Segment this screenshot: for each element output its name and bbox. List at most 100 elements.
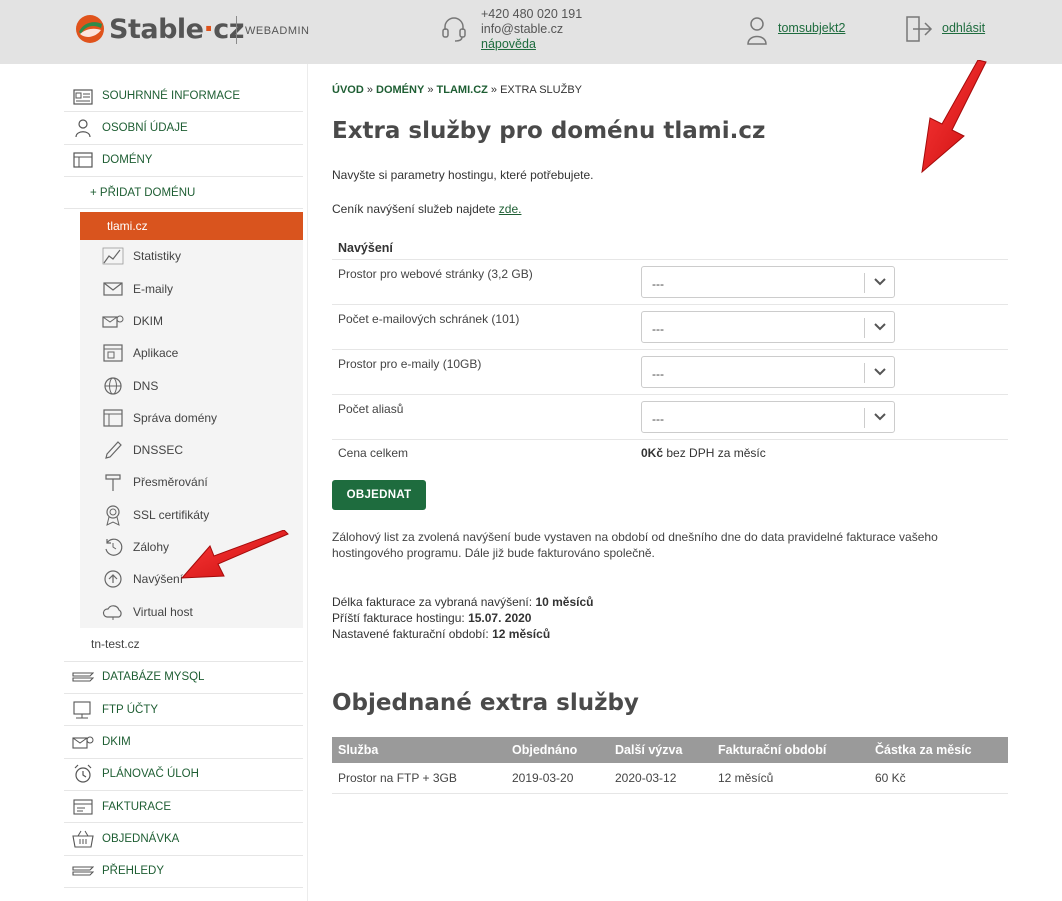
stable-logo-icon	[76, 15, 104, 43]
mail-icon	[102, 279, 124, 299]
upgrade-row: Prostor pro webové stránky (3,2 GB) ---	[332, 260, 1008, 305]
add-domain-link[interactable]: + PŘIDAT DOMÉNU	[64, 177, 303, 210]
table-cell: 2019-03-20	[506, 763, 609, 794]
logout-icon	[906, 16, 933, 42]
sidebar-item-dkim[interactable]: DKIM	[64, 726, 303, 759]
submenu-dkim[interactable]: DKIM	[80, 305, 303, 337]
billing-line: Nastavené fakturační období: 12 měsíců	[332, 627, 551, 641]
submenu-label: Zálohy	[133, 540, 170, 554]
sidebar-item-summary[interactable]: SOUHRNNÉ INFORMACE	[64, 80, 303, 113]
submenu-dns[interactable]: DNS	[80, 369, 303, 401]
sidebar-item-label: FTP ÚČTY	[102, 703, 159, 716]
select-value: ---	[652, 277, 664, 291]
alias-count-select[interactable]: ---	[641, 401, 895, 433]
submenu-label: Správa domény	[133, 410, 218, 425]
sidebar-domain-active[interactable]: tlami.cz	[80, 212, 303, 241]
sidebar-item-invoices[interactable]: FAKTURACE	[64, 791, 303, 824]
globe-icon	[102, 376, 124, 396]
upgrade-form: Navýšení Prostor pro webové stránky (3,2…	[332, 236, 1008, 468]
backup-icon	[102, 537, 124, 557]
upgrade-icon	[102, 569, 124, 589]
submenu-label: Přesměrování	[133, 475, 208, 490]
submenu-ssl[interactable]: SSL certifikáty	[80, 499, 303, 531]
price-list-text: Ceník navýšení služeb najdete zde.	[332, 202, 521, 216]
intro-text: Navyšte si parametry hostingu, které pot…	[332, 168, 594, 182]
contact-info: +420 480 020 191 info@stable.cz nápověda	[481, 7, 582, 52]
user-account-link[interactable]: tomsubjekt2	[778, 21, 845, 35]
signpost-icon	[102, 472, 124, 492]
submenu-virtual-host[interactable]: Virtual host	[80, 595, 303, 627]
ordered-services-title: Objednané extra služby	[332, 690, 639, 716]
submenu-label: Virtual host	[133, 604, 193, 619]
sidebar-item-ftp[interactable]: FTP ÚČTY	[64, 694, 303, 727]
page-title: Extra služby pro doménu tlami.cz	[332, 118, 766, 144]
contact-email[interactable]: info@stable.cz	[481, 22, 582, 37]
upgrade-row: Počet e-mailových schránek (101) ---	[332, 305, 1008, 350]
sidebar-item-label: DKIM	[102, 735, 131, 748]
upgrade-row-label: Prostor pro webové stránky (3,2 GB)	[338, 267, 533, 281]
email-space-select[interactable]: ---	[641, 356, 895, 388]
mailbox-count-select[interactable]: ---	[641, 311, 895, 343]
sidebar-item-label: DOMÉNY	[102, 154, 153, 167]
web-space-select[interactable]: ---	[641, 266, 895, 298]
submenu-domain-manage[interactable]: Správa domény	[80, 402, 303, 434]
logo-subtitle: WEBADMIN	[245, 25, 310, 37]
submenu-label: DKIM	[133, 313, 163, 328]
sidebar-item-scheduler[interactable]: PLÁNOVAČ ÚLOH	[64, 759, 303, 791]
alarm-clock-icon	[72, 764, 94, 784]
submenu-statistics[interactable]: Statistiky	[80, 240, 303, 272]
table-header-row: Služba Objednáno Další výzva Fakturační …	[332, 737, 1008, 763]
contact-phone: +420 480 020 191	[481, 7, 583, 21]
table-cell: 60 Kč	[869, 763, 1008, 794]
submenu-apps[interactable]: Aplikace	[80, 337, 303, 369]
select-divider	[864, 408, 865, 428]
column-header: Částka za měsíc	[869, 737, 1008, 763]
stable-logo[interactable]: Stable·cz	[75, 12, 244, 46]
table-cell: 12 měsíců	[712, 763, 869, 794]
sidebar-item-label: DATABÁZE MYSQL	[102, 671, 205, 684]
breadcrumb-separator: »	[363, 84, 377, 96]
column-header: Další výzva	[609, 737, 712, 763]
table-cell: Prostor na FTP + 3GB	[332, 763, 506, 794]
order-button[interactable]: OBJEDNAT	[332, 480, 426, 510]
submenu-dnssec[interactable]: DNSSEC	[80, 434, 303, 466]
sidebar-item-domains[interactable]: DOMÉNY	[64, 145, 303, 177]
chevron-down-icon	[874, 278, 886, 286]
breadcrumb-domain[interactable]: TLAMI.CZ	[437, 84, 488, 96]
sidebar-domain-other[interactable]: tn-test.cz	[64, 628, 303, 662]
breadcrumb: ÚVOD » DOMÉNY » TLAMI.CZ » EXTRA SLUŽBY	[332, 84, 582, 96]
breadcrumb-home[interactable]: ÚVOD	[332, 84, 364, 96]
sidebar-item-overview[interactable]: PŘEHLEDY	[64, 856, 303, 888]
price-list-link[interactable]: zde.	[499, 202, 522, 216]
sidebar-divider	[307, 64, 308, 901]
sidebar: SOUHRNNÉ INFORMACE OSOBNÍ ÚDAJE DOMÉNY +…	[64, 80, 303, 888]
logout-link[interactable]: odhlásit	[942, 21, 985, 35]
annotation-arrow-icon	[921, 60, 987, 174]
select-divider	[864, 363, 865, 383]
select-value: ---	[652, 367, 664, 381]
breadcrumb-domains[interactable]: DOMÉNY	[376, 84, 424, 96]
sidebar-item-order[interactable]: OBJEDNÁVKA	[64, 823, 303, 856]
summary-icon	[72, 86, 94, 106]
invoice-icon	[72, 797, 94, 817]
domains-icon	[72, 150, 94, 170]
total-value: 0Kč bez DPH za měsíc	[641, 446, 766, 460]
certificate-icon	[102, 505, 124, 526]
top-header: Stable·cz WEBADMIN +420 480 020 191 info…	[0, 0, 1062, 64]
select-value: ---	[652, 412, 664, 426]
submenu-redirect[interactable]: Přesměrování	[80, 466, 303, 498]
annotation-arrow-icon	[180, 530, 289, 579]
sidebar-item-label: FAKTURACE	[102, 800, 172, 813]
sidebar-item-mysql[interactable]: DATABÁZE MYSQL	[64, 662, 303, 695]
submenu-emails[interactable]: E-maily	[80, 272, 303, 304]
total-amount: 0Kč	[641, 446, 664, 460]
help-link[interactable]: nápověda	[481, 37, 582, 52]
dkim-icon	[102, 311, 124, 331]
submenu-label: E-maily	[133, 281, 174, 296]
dkim-icon	[72, 732, 94, 752]
breadcrumb-separator: »	[424, 84, 437, 96]
submenu-label: DNSSEC	[133, 443, 184, 458]
apps-icon	[102, 343, 124, 363]
sidebar-item-personal[interactable]: OSOBNÍ ÚDAJE	[64, 112, 303, 145]
select-value: ---	[652, 322, 664, 336]
